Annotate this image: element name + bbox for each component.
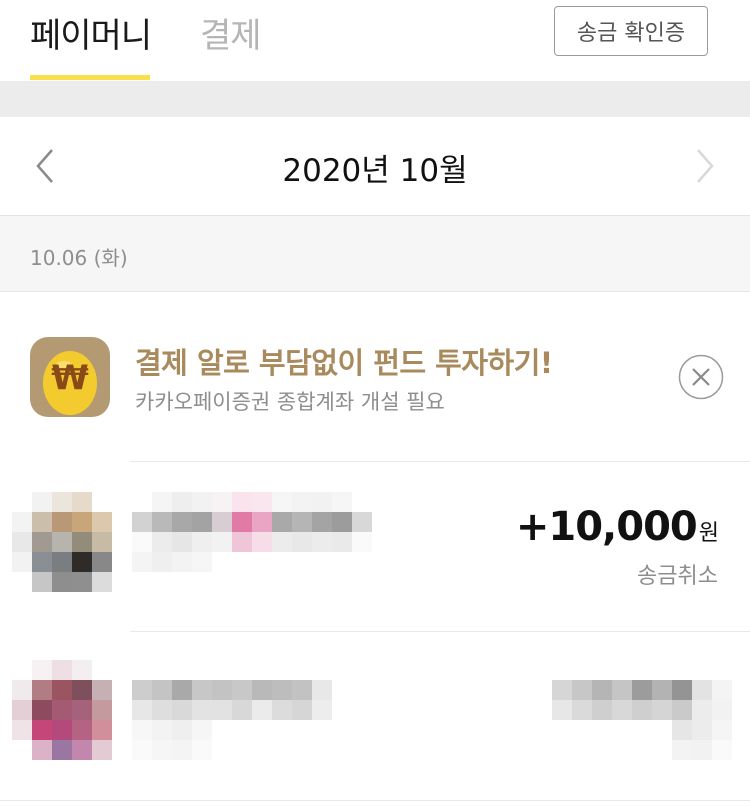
promo-subtitle: 카카오페이증권 종합계좌 개설 필요 xyxy=(135,390,445,414)
blurred-avatar xyxy=(12,492,112,592)
next-month-chevron-icon[interactable] xyxy=(690,147,720,185)
promo-banner[interactable]: ₩ 결제 알로 부담없이 펀드 투자하기! 카카오페이증권 종합계좌 개설 필요 xyxy=(0,292,750,460)
top-tab-bar: 페이머니 결제 송금 확인증 xyxy=(0,0,750,81)
close-promo-icon[interactable] xyxy=(678,354,724,400)
transaction-row[interactable] xyxy=(0,632,750,802)
blurred-transaction-amount xyxy=(552,680,732,760)
row-divider xyxy=(0,800,750,801)
active-tab-indicator xyxy=(30,75,150,80)
tab-payment[interactable]: 결제 xyxy=(200,8,262,57)
date-label: 10.06 (화) xyxy=(30,246,128,270)
transfer-receipt-button[interactable]: 송금 확인증 xyxy=(554,6,708,56)
blurred-transaction-name xyxy=(132,680,332,760)
amount-unit: 원 xyxy=(698,521,719,546)
transaction-amount: +10,000원 xyxy=(515,504,719,550)
blurred-transaction-name xyxy=(132,492,372,572)
date-group-header: 10.06 (화) xyxy=(0,216,750,292)
tab-paymoney[interactable]: 페이머니 xyxy=(30,8,152,57)
month-navigator: 2020년 10월 xyxy=(0,117,750,216)
amount-value: +10,000 xyxy=(515,504,698,550)
transaction-status: 송금취소 xyxy=(637,564,718,589)
promo-title: 결제 알로 부담없이 펀드 투자하기! xyxy=(135,346,553,380)
transaction-row[interactable]: +10,000원 송금취소 xyxy=(0,462,750,632)
section-separator xyxy=(0,81,750,117)
won-symbol: ₩ xyxy=(51,358,89,398)
month-title: 2020년 10월 xyxy=(282,153,468,189)
blurred-avatar xyxy=(12,660,112,760)
